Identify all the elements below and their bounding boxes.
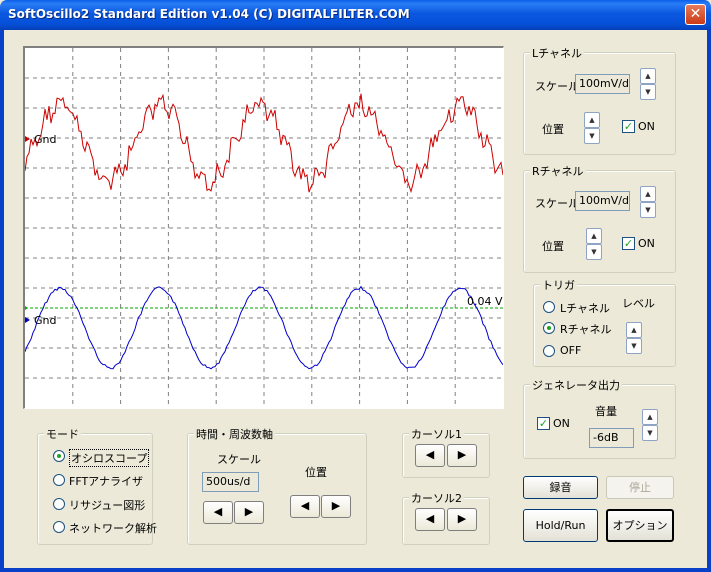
right-arrow-icon: ▶ — [331, 499, 341, 512]
record-button[interactable]: 録音 — [523, 476, 598, 499]
mode-radio-network[interactable] — [53, 521, 65, 533]
l-position-spinner[interactable]: ▲ ▼ — [584, 112, 600, 144]
volume-field[interactable]: -6dB — [589, 428, 634, 448]
spin-up-icon[interactable]: ▲ — [584, 112, 600, 128]
cursor2-group-label: カーソル2 — [409, 490, 464, 506]
timebase-position-label: 位置 — [305, 466, 327, 479]
timebase-scale-field[interactable]: 500us/d — [202, 472, 259, 492]
volume-spinner[interactable]: ▲ ▼ — [642, 409, 658, 441]
gnd-marker-l — [25, 136, 30, 142]
r-channel-group-label: Rチャネル — [530, 163, 586, 179]
cursor2-right-button[interactable]: ▶ — [447, 508, 477, 531]
l-on-checkbox[interactable]: ✓ — [622, 120, 635, 133]
generator-on-label: ON — [553, 417, 570, 430]
gnd-label-l: Gnd — [34, 133, 56, 146]
left-arrow-icon: ◀ — [300, 499, 310, 512]
trigger-level-label-text: レベル — [622, 297, 655, 310]
l-scale-field[interactable]: 100mV/d — [575, 74, 630, 94]
oscilloscope-display[interactable]: Gnd Gnd 0.04 V — [23, 46, 504, 409]
mode-option-fft[interactable]: FFTアナライザ — [69, 473, 143, 489]
right-arrow-icon: ▶ — [457, 512, 467, 525]
spin-up-icon[interactable]: ▲ — [640, 186, 656, 202]
mode-radio-lissajous[interactable] — [53, 498, 65, 510]
mode-group-label: モード — [44, 426, 81, 442]
l-on-label: ON — [638, 120, 655, 133]
volume-label: 音量 — [595, 405, 617, 418]
left-arrow-icon: ◀ — [213, 505, 223, 518]
trigger-marker — [25, 306, 28, 310]
mode-option-oscilloscope[interactable]: オシロスコープ — [69, 449, 150, 467]
l-scale-spinner[interactable]: ▲ ▼ — [640, 68, 656, 100]
timebase-scale-right-button[interactable]: ▶ — [234, 501, 264, 524]
trigger-level-label: 0.04 V — [467, 295, 503, 308]
spin-down-icon[interactable]: ▼ — [640, 84, 656, 100]
spin-down-icon[interactable]: ▼ — [626, 338, 642, 354]
cursor1-left-button[interactable]: ◀ — [415, 444, 445, 467]
spin-up-icon[interactable]: ▲ — [642, 409, 658, 425]
option-button[interactable]: オプション — [606, 509, 674, 542]
trigger-level-spinner[interactable]: ▲ ▼ — [626, 322, 642, 354]
window-frame-left — [0, 30, 4, 572]
generator-on-checkbox[interactable]: ✓ — [537, 417, 550, 430]
timebase-scale-left-button[interactable]: ◀ — [203, 501, 233, 524]
window-frame-right — [707, 30, 711, 572]
cursor1-right-button[interactable]: ▶ — [447, 444, 477, 467]
trigger-group-label: トリガ — [540, 277, 577, 293]
r-position-label: 位置 — [542, 240, 564, 253]
spin-up-icon[interactable]: ▲ — [640, 68, 656, 84]
r-on-checkbox[interactable]: ✓ — [622, 237, 635, 250]
trigger-option-l[interactable]: Lチャネル — [560, 300, 610, 316]
hold-run-button[interactable]: Hold/Run — [523, 509, 598, 542]
cursor2-left-button[interactable]: ◀ — [415, 508, 445, 531]
trigger-option-r[interactable]: Rチャネル — [560, 321, 612, 337]
mode-option-network[interactable]: ネットワーク解析 — [69, 520, 157, 536]
cursor1-group-label: カーソル1 — [409, 426, 464, 442]
mode-radio-fft[interactable] — [53, 474, 65, 486]
trigger-option-off[interactable]: OFF — [560, 344, 581, 357]
timebase-scale-label: スケール — [217, 453, 261, 466]
spin-up-icon[interactable]: ▲ — [626, 322, 642, 338]
gnd-label-r: Gnd — [34, 314, 56, 327]
mode-radio-oscilloscope[interactable] — [53, 450, 65, 462]
spin-down-icon[interactable]: ▼ — [584, 128, 600, 144]
timebase-group-label: 時間・周波数軸 — [194, 426, 275, 442]
trigger-radio-l[interactable] — [543, 301, 555, 313]
left-arrow-icon: ◀ — [425, 512, 435, 525]
spin-down-icon[interactable]: ▼ — [642, 425, 658, 441]
spin-up-icon[interactable]: ▲ — [586, 228, 602, 244]
stop-button[interactable]: 停止 — [606, 476, 674, 499]
waveform-canvas: Gnd Gnd 0.04 V — [25, 48, 503, 408]
title-bar[interactable]: SoftOscillo2 Standard Edition v1.04 (C) … — [0, 0, 711, 30]
spin-down-icon[interactable]: ▼ — [586, 244, 602, 260]
trigger-radio-off[interactable] — [543, 345, 555, 357]
right-arrow-icon: ▶ — [244, 505, 254, 518]
l-channel-group-label: Lチャネル — [530, 45, 585, 61]
close-button[interactable]: ✕ — [685, 4, 706, 25]
l-position-label: 位置 — [542, 123, 564, 136]
r-position-spinner[interactable]: ▲ ▼ — [586, 228, 602, 260]
close-icon: ✕ — [689, 6, 702, 22]
trigger-radio-r[interactable] — [543, 322, 555, 334]
r-scale-label: スケール — [535, 197, 579, 210]
l-scale-label: スケール — [535, 80, 579, 93]
window-frame-bottom — [0, 568, 711, 572]
right-arrow-icon: ▶ — [457, 448, 467, 461]
r-on-label: ON — [638, 237, 655, 250]
left-arrow-icon: ◀ — [425, 448, 435, 461]
r-scale-spinner[interactable]: ▲ ▼ — [640, 186, 656, 218]
spin-down-icon[interactable]: ▼ — [640, 202, 656, 218]
r-scale-field[interactable]: 100mV/d — [575, 191, 630, 211]
timebase-position-left-button[interactable]: ◀ — [290, 495, 320, 518]
window-title: SoftOscillo2 Standard Edition v1.04 (C) … — [8, 7, 410, 21]
timebase-position-right-button[interactable]: ▶ — [321, 495, 351, 518]
mode-option-lissajous[interactable]: リサジュー図形 — [69, 497, 145, 513]
generator-group-label: ジェネレータ出力 — [530, 377, 622, 393]
